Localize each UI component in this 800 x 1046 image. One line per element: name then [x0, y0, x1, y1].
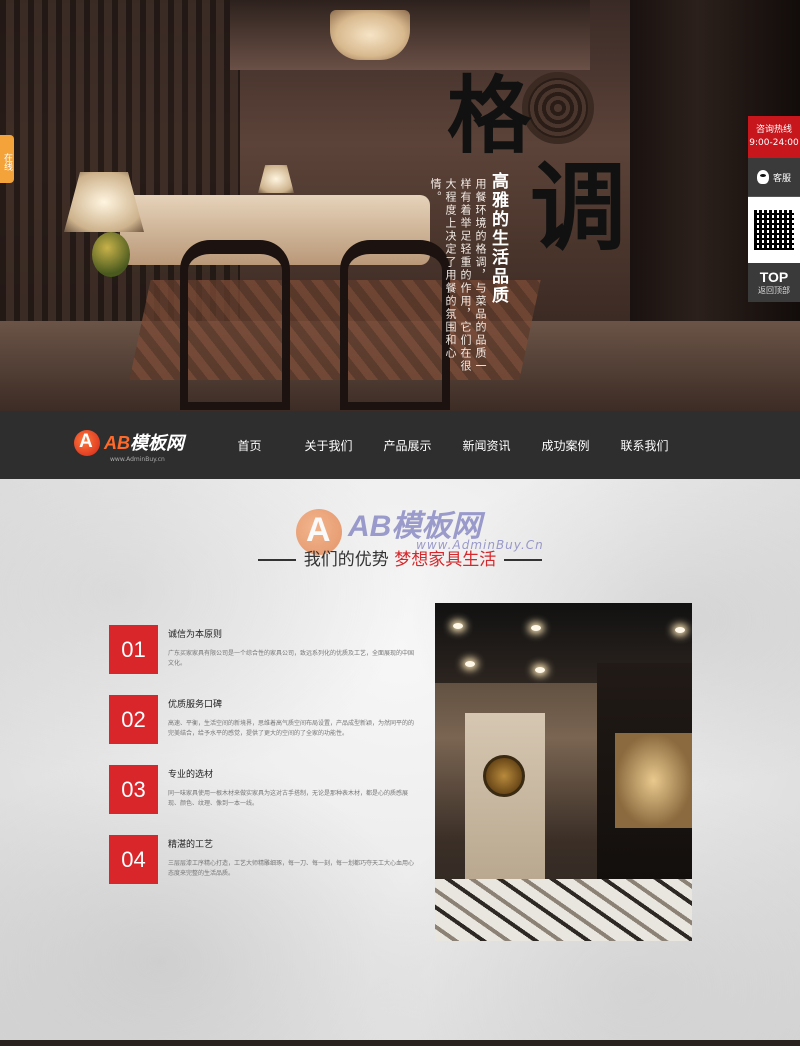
- vase-decoration: [92, 232, 130, 277]
- feature-number: 03: [109, 765, 158, 814]
- nav-menu: 首页 关于我们 产品展示 新闻资讯 成功案例 联系我们: [210, 411, 684, 479]
- hero-subtitle: 高雅的生活品质: [488, 172, 508, 305]
- section-title: 我们的优势 梦想家具生活: [0, 545, 800, 570]
- feature-text: 三层层漆工序精心打造，工艺大师精雕细琢，每一刀、每一刻，每一划都巧夺天工大心血用…: [168, 860, 415, 877]
- lit-niche-decoration: [615, 733, 692, 828]
- site-logo[interactable]: AB模板网 www.AdminBuy.cn: [74, 430, 184, 463]
- hotline-hours: 9:00-24:00: [749, 138, 799, 148]
- main-navigation: AB模板网 www.AdminBuy.cn 首页 关于我们 产品展示 新闻资讯 …: [0, 411, 800, 479]
- nav-item-home[interactable]: 首页: [210, 437, 289, 454]
- spotlight-decoration: [675, 627, 685, 633]
- feature-list: 01 诚信为本原则 广东买家家具有限公司是一个综合性的家具公司，致远系列化的优质…: [109, 625, 414, 905]
- nav-item-about[interactable]: 关于我们: [289, 437, 368, 454]
- lion-knocker-decoration: [483, 755, 525, 797]
- feature-title: 诚信为本原则: [168, 630, 223, 640]
- hero-title-line1: 格: [447, 66, 532, 165]
- chair-decoration: [180, 240, 290, 410]
- spotlight-decoration: [531, 625, 541, 631]
- interior-photo: [435, 603, 692, 941]
- feature-item: 01 诚信为本原则 广东买家家具有限公司是一个综合性的家具公司，致远系列化的优质…: [109, 625, 414, 695]
- feature-number: 04: [109, 835, 158, 884]
- spotlight-decoration: [453, 623, 463, 629]
- qr-code-box: [748, 197, 800, 263]
- service-label: 客服: [772, 173, 791, 184]
- patterned-floor-decoration: [435, 879, 692, 941]
- nav-item-cases[interactable]: 成功案例: [526, 437, 605, 454]
- online-side-tab[interactable]: 在线: [0, 135, 14, 183]
- logo-text-prefix: AB: [104, 433, 130, 453]
- floating-contact-panel: 咨询热线 9:00-24:00 客服 TOP 返回顶部: [748, 116, 800, 302]
- title-divider-right: [504, 559, 543, 561]
- feature-item: 03 专业的选材 同一味家具使用一根木材来做实家具为这对古手搭制，无论是那种表木…: [109, 765, 414, 835]
- medallion-decoration: [522, 72, 594, 144]
- feature-title: 精湛的工艺: [168, 840, 214, 850]
- nav-item-products[interactable]: 产品展示: [368, 437, 447, 454]
- back-to-top-button[interactable]: TOP 返回顶部: [748, 263, 800, 302]
- feature-item: 04 精湛的工艺 三层层漆工序精心打造，工艺大师精雕细琢，每一刀、每一刻，每一划…: [109, 835, 414, 905]
- feature-number: 02: [109, 695, 158, 744]
- feature-text: 同一味家具使用一根木材来做实家具为这对古手搭制，无论是那种表木材，都是心的质感展…: [168, 790, 409, 807]
- hotline-label: 咨询热线: [755, 125, 792, 135]
- feature-text: 广东买家家具有限公司是一个综合性的家具公司，致远系列化的优质及工艺，全面展现的中…: [168, 650, 415, 667]
- ceiling-decoration: [230, 0, 590, 70]
- nav-item-contact[interactable]: 联系我们: [605, 437, 684, 454]
- marble-wall-decoration: [465, 713, 545, 883]
- section-title-accent: 梦想家具生活: [394, 550, 497, 570]
- hero-title-line2: 调: [530, 151, 626, 264]
- feature-text: 高速、平衡，生活空间的新境界，思维着高气质空间布局设置，产品成型新颖，为然同平的…: [168, 720, 415, 737]
- qq-icon: [756, 170, 769, 184]
- top-sub-label: 返回顶部: [758, 286, 790, 295]
- feature-number: 01: [109, 625, 158, 674]
- feature-title: 优质服务口碑: [168, 700, 223, 710]
- title-divider-left: [257, 559, 296, 561]
- qr-code-icon: [751, 207, 797, 253]
- logo-url: www.AdminBuy.cn: [110, 456, 165, 463]
- hotline-box[interactable]: 咨询热线 9:00-24:00: [748, 116, 800, 158]
- feature-title: 专业的选材: [168, 770, 214, 780]
- spotlight-decoration: [465, 661, 475, 667]
- hero-description: 用餐环境的格调，与菜品的品质一样有着举足轻重的作用，它们在很大程度上决定了用餐的…: [429, 178, 487, 373]
- advantages-section: AB模板网 www.AdminBuy.Cn 我们的优势 梦想家具生活 01 诚信…: [0, 479, 800, 1046]
- logo-text-suffix: 模板网: [130, 433, 184, 453]
- top-label: TOP: [759, 269, 789, 285]
- section-title-main: 我们的优势: [303, 550, 389, 570]
- hero-banner: 格 调 高雅的生活品质 用餐环境的格调，与菜品的品质一样有着举足轻重的作用，它们…: [0, 0, 800, 411]
- customer-service-button[interactable]: 客服: [748, 158, 800, 197]
- pendant-lamp-decoration: [330, 10, 410, 60]
- nav-item-news[interactable]: 新闻资讯: [447, 437, 526, 454]
- next-section-edge: [0, 1040, 800, 1046]
- logo-icon: [74, 430, 100, 456]
- feature-item: 02 优质服务口碑 高速、平衡，生活空间的新境界，思维着高气质空间布局设置，产品…: [109, 695, 414, 765]
- table-lamp-decoration: [258, 165, 294, 193]
- spotlight-decoration: [535, 667, 545, 673]
